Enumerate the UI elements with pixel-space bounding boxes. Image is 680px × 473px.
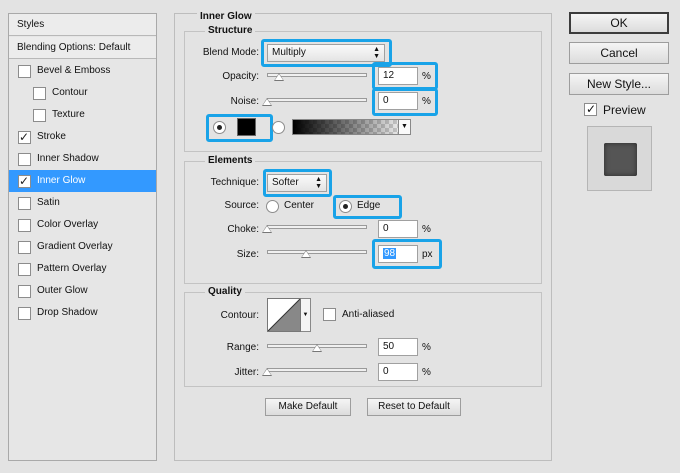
size-label: Size: (236, 249, 259, 260)
style-item-label: Drop Shadow (37, 307, 98, 318)
preview-label[interactable]: Preview (603, 103, 646, 117)
choke-label: Choke: (227, 224, 259, 235)
style-item-label: Pattern Overlay (37, 263, 107, 274)
styles-list: Styles Blending Options: Default Bevel &… (8, 13, 157, 461)
opacity-highlight (372, 62, 438, 90)
jitter-slider-thumb[interactable] (262, 368, 272, 376)
range-input[interactable]: 50 (378, 338, 418, 356)
style-item-color-overlay[interactable]: Color Overlay (9, 214, 156, 236)
style-item-label: Contour (52, 87, 88, 98)
style-item-texture[interactable]: Texture (9, 104, 156, 126)
gradient-radio[interactable] (272, 121, 285, 134)
inner-glow-panel: Inner Glow Structure Blend Mode: Multipl… (174, 11, 552, 461)
style-item-inner-shadow[interactable]: Inner Shadow (9, 148, 156, 170)
style-item-checkbox[interactable]: ✓ (18, 130, 31, 144)
source-center-label[interactable]: Center (284, 200, 314, 211)
inner-glow-title: Inner Glow (197, 11, 255, 22)
technique-label: Technique: (210, 177, 259, 188)
reset-to-default-button[interactable]: Reset to Default (367, 398, 461, 416)
styles-header[interactable]: Styles (9, 14, 156, 36)
style-item-gradient-overlay[interactable]: Gradient Overlay (9, 236, 156, 258)
style-item-pattern-overlay[interactable]: Pattern Overlay (9, 258, 156, 280)
size-highlight (372, 239, 442, 269)
style-item-stroke[interactable]: ✓ Stroke (9, 126, 156, 148)
style-item-label: Inner Glow (37, 175, 86, 186)
structure-title: Structure (205, 25, 256, 36)
style-item-checkbox[interactable] (18, 219, 31, 232)
make-default-button[interactable]: Make Default (265, 398, 351, 416)
style-item-checkbox[interactable] (33, 87, 46, 100)
style-preview (587, 126, 652, 191)
ok-button[interactable]: OK (569, 12, 669, 34)
style-item-checkbox[interactable] (18, 307, 31, 320)
size-slider[interactable] (267, 250, 367, 254)
technique-highlight (263, 169, 332, 197)
style-item-checkbox[interactable] (18, 263, 31, 276)
noise-slider-thumb[interactable] (262, 98, 272, 106)
source-edge-highlight (333, 195, 402, 219)
style-item-checkbox[interactable] (18, 285, 31, 298)
style-item-label: Stroke (37, 131, 66, 142)
checkmark-icon: ✓ (19, 174, 30, 188)
gradient-swatch[interactable] (292, 119, 410, 135)
source-label: Source: (224, 200, 259, 211)
anti-aliased-checkbox[interactable] (323, 308, 336, 321)
style-item-label: Color Overlay (37, 219, 99, 230)
style-item-checkbox[interactable] (18, 65, 31, 78)
color-highlight (206, 114, 273, 142)
style-preview-swatch (604, 143, 637, 176)
opacity-slider-thumb[interactable] (274, 73, 284, 81)
choke-input[interactable]: 0 (378, 220, 418, 238)
range-unit: % (422, 342, 431, 353)
style-item-checkbox[interactable] (18, 241, 31, 254)
quality-title: Quality (205, 286, 245, 297)
contour-curve-icon (268, 299, 300, 331)
checkmark-icon: ✓ (586, 102, 597, 116)
elements-title: Elements (205, 155, 256, 166)
size-slider-thumb[interactable] (301, 250, 311, 258)
new-style-button[interactable]: New Style... (569, 73, 669, 95)
style-item-label: Bevel & Emboss (37, 65, 111, 76)
choke-unit: % (422, 224, 431, 235)
jitter-input[interactable]: 0 (378, 363, 418, 381)
choke-slider-thumb[interactable] (262, 225, 272, 233)
contour-preview[interactable] (267, 298, 301, 332)
noise-slider[interactable] (267, 98, 367, 102)
style-item-checkbox[interactable] (18, 197, 31, 210)
blend-mode-label: Blend Mode: (202, 47, 259, 58)
style-item-label: Satin (37, 197, 60, 208)
style-item-satin[interactable]: Satin (9, 192, 156, 214)
gradient-dropdown-icon[interactable]: ▼ (398, 119, 411, 135)
range-slider-thumb[interactable] (312, 344, 322, 352)
style-item-inner-glow[interactable]: ✓ Inner Glow (9, 170, 156, 192)
contour-label: Contour: (220, 310, 259, 321)
anti-aliased-label[interactable]: Anti-aliased (342, 309, 394, 320)
source-center-radio[interactable] (266, 200, 279, 213)
noise-label: Noise: (230, 96, 259, 107)
opacity-label: Opacity: (222, 71, 259, 82)
style-item-label: Texture (52, 109, 85, 120)
checkmark-icon: ✓ (19, 130, 30, 144)
noise-highlight (372, 88, 438, 116)
style-item-checkbox[interactable]: ✓ (18, 174, 31, 188)
style-item-label: Gradient Overlay (37, 241, 113, 252)
style-item-outer-glow[interactable]: Outer Glow (9, 280, 156, 302)
jitter-label: Jitter: (234, 367, 259, 378)
range-label: Range: (226, 342, 259, 353)
style-item-label: Outer Glow (37, 285, 88, 296)
style-item-label: Inner Shadow (37, 153, 99, 164)
style-item-checkbox[interactable] (18, 153, 31, 166)
blending-options-item[interactable]: Blending Options: Default (9, 37, 156, 59)
style-item-contour[interactable]: Contour (9, 82, 156, 104)
style-item-bevel-emboss[interactable]: Bevel & Emboss (9, 60, 156, 82)
style-item-drop-shadow[interactable]: Drop Shadow (9, 302, 156, 324)
choke-slider[interactable] (267, 225, 367, 229)
contour-dropdown-icon[interactable]: ▼ (301, 298, 311, 332)
preview-checkbox[interactable]: ✓ (584, 102, 597, 116)
cancel-button[interactable]: Cancel (569, 42, 669, 64)
jitter-slider[interactable] (267, 368, 367, 372)
style-item-checkbox[interactable] (33, 109, 46, 122)
jitter-unit: % (422, 367, 431, 378)
